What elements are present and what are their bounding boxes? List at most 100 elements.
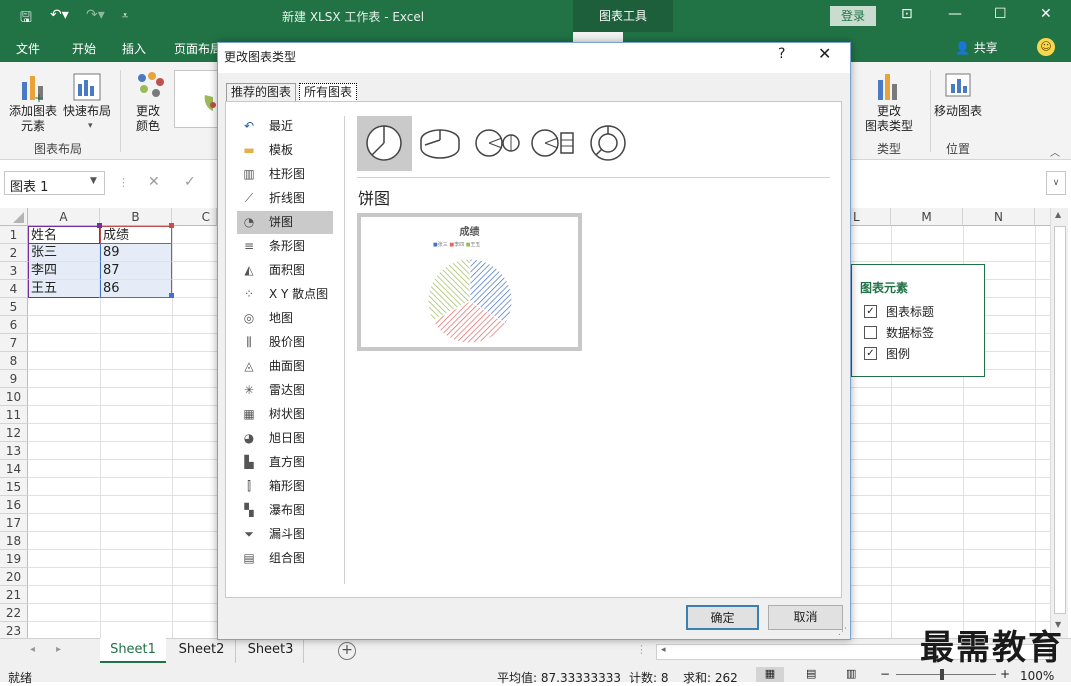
- tab-split-icon[interactable]: ⋮: [636, 643, 647, 656]
- column-header-c[interactable]: C: [172, 208, 217, 226]
- move-chart-button[interactable]: 移动图表: [930, 104, 986, 119]
- chart-type-recent[interactable]: ↶ 最近: [237, 115, 333, 138]
- add-chart-element-button[interactable]: 添加图表 元素: [6, 104, 60, 134]
- cell-a3[interactable]: 李四: [28, 262, 100, 280]
- chart-type-histogram[interactable]: ▙ 直方图: [237, 451, 333, 474]
- column-header-b[interactable]: B: [100, 208, 172, 226]
- customize-quick-access-icon[interactable]: ⩡: [122, 9, 128, 23]
- zoom-slider[interactable]: [896, 674, 996, 675]
- change-chart-type-button[interactable]: 更改 图表类型: [860, 104, 918, 134]
- chart-type-pie[interactable]: ◔ 饼图: [237, 211, 333, 234]
- zoom-out-icon[interactable]: −: [880, 667, 890, 681]
- cell-a2[interactable]: 张三: [28, 244, 100, 262]
- chart-type-line[interactable]: ⟋ 折线图: [237, 187, 333, 210]
- cell-a4[interactable]: 王五: [28, 280, 100, 298]
- page-layout-view-icon[interactable]: ▤: [806, 667, 816, 680]
- change-colors-button[interactable]: 更改 颜色: [128, 104, 168, 134]
- chart-type-stock[interactable]: ⫼ 股价图: [237, 331, 333, 354]
- menu-insert[interactable]: 插入: [122, 40, 146, 57]
- row-header-3[interactable]: 3: [0, 262, 28, 280]
- chart-type-funnel[interactable]: ⏷ 漏斗图: [237, 523, 333, 546]
- chart-type-column[interactable]: ▥ 柱形图: [237, 163, 333, 186]
- row-header-22[interactable]: 22: [0, 604, 28, 622]
- menu-home[interactable]: 开始: [72, 40, 96, 57]
- menu-page-layout[interactable]: 页面布局: [174, 40, 222, 57]
- share-button[interactable]: 👤 共享: [955, 39, 998, 56]
- cell-b3[interactable]: 87: [100, 262, 172, 280]
- pie-of-pie-subtype[interactable]: [469, 116, 524, 171]
- dialog-close-icon[interactable]: ✕: [818, 44, 831, 63]
- row-header-19[interactable]: 19: [0, 550, 28, 568]
- sheet-tab-sheet2[interactable]: Sheet2: [168, 638, 236, 663]
- pie-subtype[interactable]: [357, 116, 412, 171]
- zoom-in-icon[interactable]: +: [1000, 667, 1010, 681]
- row-header-9[interactable]: 9: [0, 370, 28, 388]
- row-header-14[interactable]: 14: [0, 460, 28, 478]
- quick-layout-icon[interactable]: [72, 72, 102, 102]
- column-header-l[interactable]: L: [851, 208, 891, 226]
- undo-icon[interactable]: ↶▾: [50, 7, 69, 23]
- chart-title-checkbox[interactable]: ✓: [864, 305, 877, 318]
- confirm-entry-icon[interactable]: ✓: [184, 174, 196, 190]
- row-header-20[interactable]: 20: [0, 568, 28, 586]
- row-header-6[interactable]: 6: [0, 316, 28, 334]
- row-header-12[interactable]: 12: [0, 424, 28, 442]
- chart-type-bar[interactable]: ≡ 条形图: [237, 235, 333, 258]
- page-break-view-icon[interactable]: ▥: [846, 667, 856, 680]
- vertical-scrollbar[interactable]: ▲ ▼: [1050, 208, 1068, 638]
- chart-type-treemap[interactable]: ▦ 树状图: [237, 403, 333, 426]
- column-header-m[interactable]: M: [891, 208, 963, 226]
- category-range-handle[interactable]: [97, 223, 102, 228]
- chart-type-waterfall[interactable]: ▚ 瀑布图: [237, 499, 333, 522]
- fill-handle[interactable]: [169, 293, 174, 298]
- feedback-smiley-icon[interactable]: ☺: [1037, 38, 1055, 56]
- select-all-corner[interactable]: [0, 208, 28, 226]
- legend-checkbox[interactable]: ✓: [864, 347, 877, 360]
- ok-button[interactable]: 确定: [686, 605, 759, 630]
- change-colors-icon[interactable]: [134, 72, 166, 102]
- vertical-scroll-thumb[interactable]: [1054, 226, 1066, 614]
- chart-type-templates[interactable]: ▬ 模板: [237, 139, 333, 162]
- chart-type-xy-scatter[interactable]: ⁘ X Y 散点图: [237, 283, 333, 306]
- row-header-5[interactable]: 5: [0, 298, 28, 316]
- chart-type-area[interactable]: ◭ 面积图: [237, 259, 333, 282]
- help-icon[interactable]: ?: [778, 46, 785, 62]
- minimize-icon[interactable]: —: [948, 6, 962, 22]
- row-header-18[interactable]: 18: [0, 532, 28, 550]
- chart-type-sunburst[interactable]: ◕ 旭日图: [237, 427, 333, 450]
- maximize-icon[interactable]: ☐: [994, 6, 1007, 22]
- row-header-11[interactable]: 11: [0, 406, 28, 424]
- row-header-13[interactable]: 13: [0, 442, 28, 460]
- scroll-sheets-right-icon[interactable]: ▸: [56, 644, 61, 655]
- chart-type-map[interactable]: ◎ 地图: [237, 307, 333, 330]
- tab-recommended-charts[interactable]: 推荐的图表: [226, 83, 297, 102]
- sheet-tab-sheet3[interactable]: Sheet3: [238, 638, 304, 663]
- row-header-10[interactable]: 10: [0, 388, 28, 406]
- doughnut-subtype[interactable]: [581, 116, 636, 171]
- close-window-icon[interactable]: ✕: [1040, 6, 1052, 22]
- sheet-tab-sheet1[interactable]: Sheet1: [100, 638, 166, 663]
- menu-file[interactable]: 文件: [16, 40, 40, 57]
- ribbon-display-options-icon[interactable]: ⊡: [901, 6, 913, 22]
- row-header-15[interactable]: 15: [0, 478, 28, 496]
- normal-view-icon[interactable]: ▦: [756, 667, 784, 682]
- chart-type-combo[interactable]: ▤ 组合图: [237, 547, 333, 570]
- 3d-pie-subtype[interactable]: [413, 116, 468, 171]
- data-labels-checkbox[interactable]: [864, 326, 877, 339]
- login-button[interactable]: 登录: [830, 6, 876, 26]
- chart-type-box-whisker[interactable]: ⫿ 箱形图: [237, 475, 333, 498]
- row-header-17[interactable]: 17: [0, 514, 28, 532]
- add-sheet-icon[interactable]: +: [338, 642, 356, 660]
- resize-grip-icon[interactable]: ⋰: [838, 627, 847, 637]
- chart-preview[interactable]: 成绩 ■张三 ■李四 ■王五: [357, 213, 582, 351]
- column-header-a[interactable]: A: [28, 208, 100, 226]
- expand-formula-bar-icon[interactable]: ∨: [1046, 171, 1066, 195]
- zoom-level[interactable]: 100%: [1020, 669, 1054, 683]
- name-box-dropdown-icon[interactable]: ▼: [90, 176, 97, 186]
- column-header-n[interactable]: N: [963, 208, 1035, 226]
- zoom-slider-thumb[interactable]: [940, 669, 944, 680]
- change-chart-type-icon[interactable]: [874, 72, 902, 102]
- series-range-handle[interactable]: [169, 223, 174, 228]
- quick-layout-button[interactable]: 快速布局: [60, 104, 114, 119]
- scroll-up-icon[interactable]: ▲: [1055, 210, 1061, 219]
